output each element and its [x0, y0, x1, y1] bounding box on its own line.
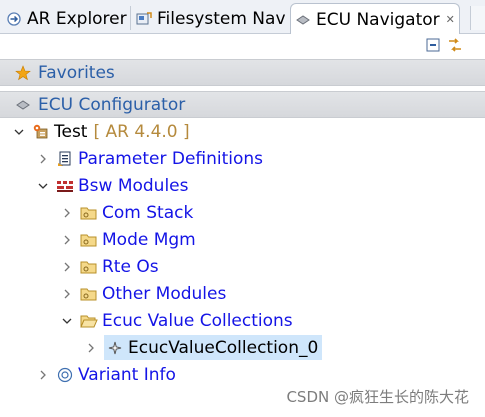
folder-icon [80, 258, 98, 276]
filesystem-icon [136, 11, 152, 27]
tree-label: Parameter Definitions [78, 148, 264, 169]
version-label: [ AR 4.4.0 ] [93, 121, 190, 142]
ecu-configurator-section-header[interactable]: ECU Configurator [0, 91, 485, 118]
view-toolbar [0, 34, 485, 56]
selection-highlight[interactable]: EcucValueCollection_0 [104, 335, 323, 360]
ecu-configurator-label: ECU Configurator [38, 94, 186, 115]
folder-icon [80, 285, 98, 303]
ecu-configurator-icon [14, 96, 32, 114]
chevron-right-icon[interactable] [84, 341, 98, 355]
view-tab-bar: AR Explorer Filesystem Nav ECU Navigator… [0, 0, 485, 35]
tree-node-bsw-modules[interactable]: Bsw Modules [36, 172, 189, 199]
tab-label: ECU Navigator [316, 9, 440, 30]
tab-ar-explorer[interactable]: AR Explorer [2, 3, 128, 34]
folder-icon [80, 231, 98, 249]
chevron-right-icon[interactable] [60, 233, 74, 247]
ar-explorer-icon [6, 11, 22, 27]
tree-label: Other Modules [102, 283, 227, 304]
tab-ecu-navigator[interactable]: ECU Navigator ✕ [290, 3, 460, 35]
tree-node-ecuc-value-collections[interactable]: Ecuc Value Collections [60, 307, 293, 334]
tree-node-variant-info[interactable]: Variant Info [36, 361, 176, 388]
link-editor-icon[interactable] [447, 37, 463, 53]
chevron-right-icon[interactable] [60, 206, 74, 220]
chevron-down-icon[interactable] [12, 125, 26, 139]
collapse-all-icon[interactable] [425, 37, 441, 53]
tree-label-test: Test [54, 121, 88, 142]
tree-node-test[interactable]: Test [ AR 4.4.0 ] [12, 118, 190, 145]
tree-label: Variant Info [78, 364, 176, 385]
favorites-label: Favorites [38, 62, 115, 83]
close-icon[interactable]: ✕ [446, 13, 455, 26]
tab-label: Filesystem Nav [157, 8, 286, 29]
bsw-modules-icon [56, 177, 74, 195]
chevron-right-icon[interactable] [60, 287, 74, 301]
tree-label: Bsw Modules [78, 175, 189, 196]
tree-label: Ecuc Value Collections [102, 310, 293, 331]
chevron-right-icon[interactable] [60, 260, 74, 274]
tree-label: Rte Os [102, 256, 159, 277]
favorites-section-header[interactable]: Favorites [0, 59, 485, 86]
ecu-navigator-icon [295, 12, 311, 28]
watermark: CSDN @疯狂生长的陈大花 [286, 388, 469, 406]
tab-label: AR Explorer [27, 8, 127, 29]
chevron-down-icon[interactable] [36, 179, 50, 193]
tree-label: Mode Mgm [102, 229, 196, 250]
tree-node-com-stack[interactable]: Com Stack [60, 199, 193, 226]
parameter-definitions-icon [56, 150, 74, 168]
chevron-right-icon[interactable] [36, 152, 50, 166]
tree-node-rte-os[interactable]: Rte Os [60, 253, 159, 280]
tree-node-ecuc-value-collection-0[interactable]: EcucValueCollection_0 [84, 334, 323, 361]
star-icon [14, 64, 32, 82]
tree-label: EcucValueCollection_0 [128, 337, 319, 358]
tree-node-parameter-definitions[interactable]: Parameter Definitions [36, 145, 263, 172]
chevron-right-icon[interactable] [36, 368, 50, 382]
chevron-down-icon[interactable] [60, 314, 74, 328]
folder-open-icon [80, 312, 98, 330]
variant-info-icon [56, 366, 74, 384]
folder-icon [80, 204, 98, 222]
tab-filesystem-nav[interactable]: Filesystem Nav [132, 3, 290, 34]
tree-node-other-modules[interactable]: Other Modules [60, 280, 226, 307]
tab-divider [130, 6, 131, 30]
project-icon [32, 123, 50, 141]
sparkle-icon [106, 339, 124, 357]
view-menu-edge[interactable] [470, 6, 485, 30]
tree-label: Com Stack [102, 202, 194, 223]
tree-node-mode-mgm[interactable]: Mode Mgm [60, 226, 196, 253]
